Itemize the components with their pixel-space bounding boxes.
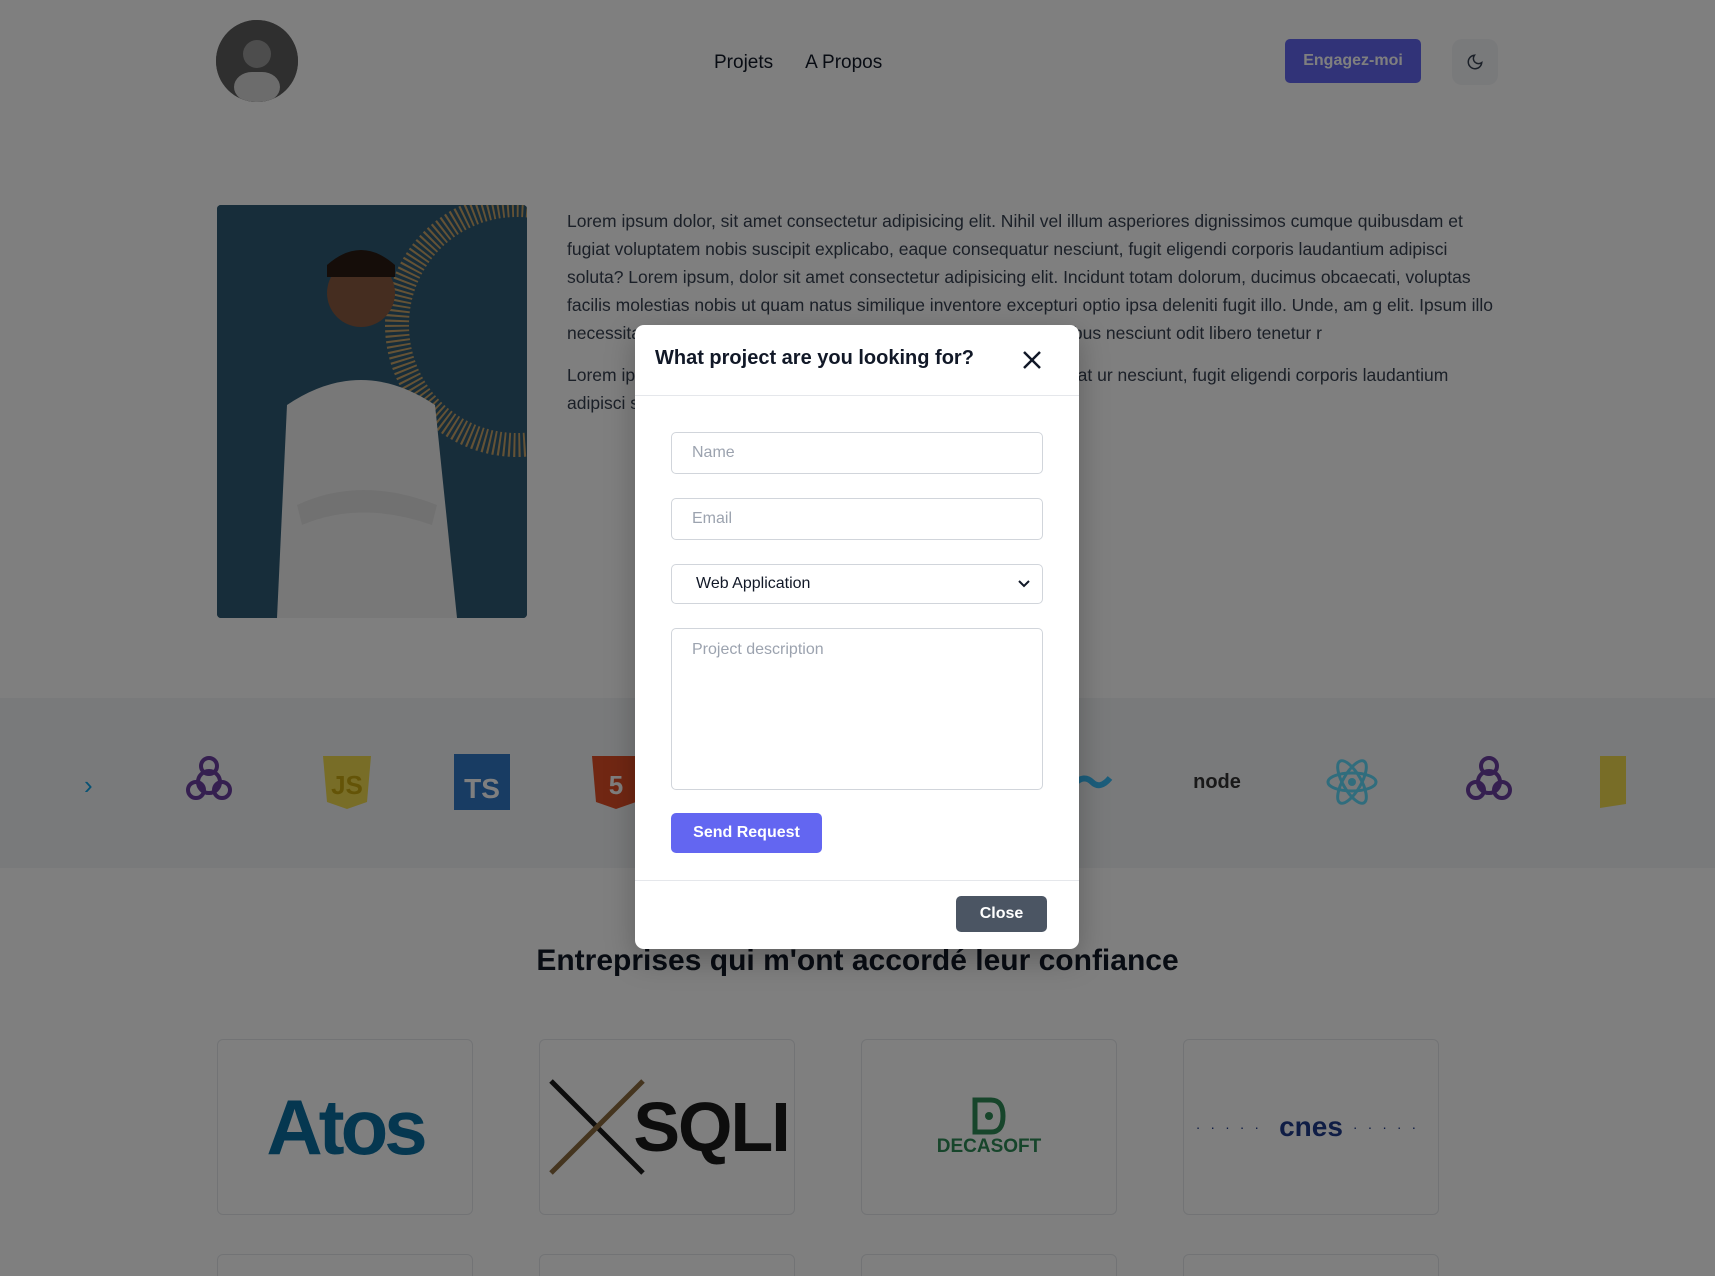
project-type-value: Web Application xyxy=(696,575,811,592)
modal-close-button[interactable] xyxy=(1015,343,1049,377)
project-request-modal: What project are you looking for? Web Ap… xyxy=(635,325,1079,949)
modal-body: Web Application Send Request xyxy=(635,396,1079,880)
modal-title: What project are you looking for? xyxy=(655,347,974,369)
email-input[interactable] xyxy=(671,498,1043,540)
name-input[interactable] xyxy=(671,432,1043,474)
project-type-select[interactable]: Web Application xyxy=(671,564,1043,604)
modal-footer: Close xyxy=(635,880,1079,949)
close-button[interactable]: Close xyxy=(956,896,1047,932)
modal-header: What project are you looking for? xyxy=(635,325,1079,396)
project-description-input[interactable] xyxy=(671,628,1043,790)
chevron-down-icon xyxy=(1018,580,1030,588)
close-icon xyxy=(1023,351,1041,369)
send-request-button[interactable]: Send Request xyxy=(671,813,822,853)
